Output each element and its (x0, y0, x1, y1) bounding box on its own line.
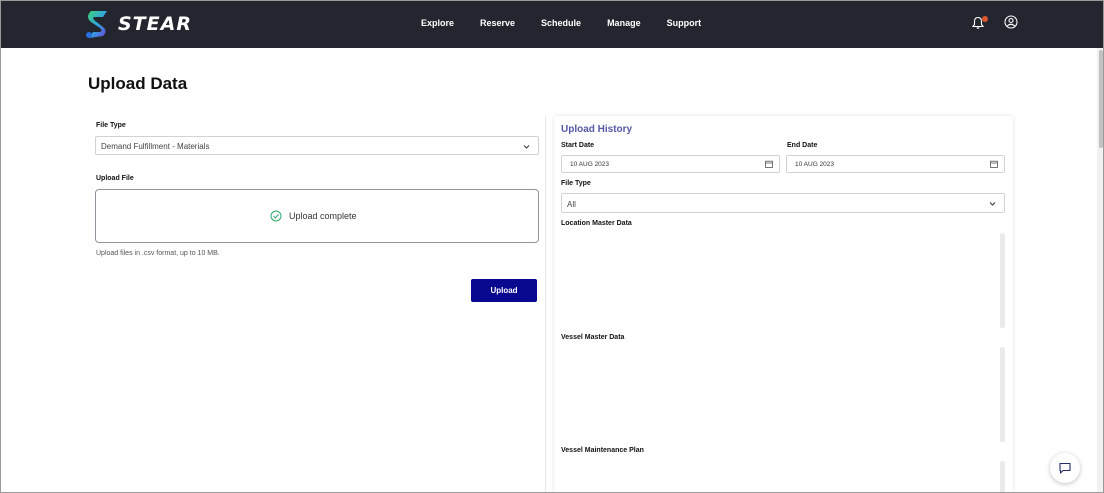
chat-button[interactable] (1050, 453, 1080, 483)
column-divider (545, 116, 546, 492)
maintenance-list-scrollbar[interactable] (1000, 461, 1005, 492)
location-master-data-label: Location Master Data (561, 220, 632, 227)
nav-explore[interactable]: Explore (421, 18, 454, 28)
vessel-list-scrollbar[interactable] (1000, 347, 1005, 442)
history-file-type-value: All (567, 200, 576, 209)
nav-manage[interactable]: Manage (607, 18, 641, 28)
start-date-input[interactable]: 10 AUG 2023 (561, 155, 780, 173)
upload-hint: Upload files in .csv format, up to 10 MB… (96, 250, 220, 257)
end-date-value: 10 AUG 2023 (795, 161, 835, 168)
nav-schedule[interactable]: Schedule (541, 18, 581, 28)
location-list-scrollbar[interactable] (1000, 233, 1005, 328)
vessel-maintenance-plan-label: Vessel Maintenance Plan (561, 447, 644, 454)
upload-button[interactable]: Upload (471, 279, 537, 302)
user-circle-icon[interactable] (1004, 15, 1018, 29)
file-dropzone[interactable]: Upload complete (95, 189, 539, 243)
start-date-label: Start Date (561, 142, 595, 149)
stear-logo-icon (86, 11, 107, 38)
logo-text: STEAR (118, 13, 192, 35)
page-scrollbar-thumb[interactable] (1099, 50, 1103, 148)
upload-history-title: Upload History (561, 124, 633, 135)
history-file-type-label: File Type (561, 180, 591, 187)
upload-status-text: Upload complete (289, 211, 357, 221)
file-type-value: Demand Fulfillment - Materials (101, 142, 210, 151)
calendar-icon[interactable] (765, 160, 773, 168)
chat-icon (1059, 462, 1071, 474)
upload-file-label: Upload File (96, 175, 134, 182)
file-type-label: File Type (96, 122, 126, 129)
notification-dot (982, 16, 988, 22)
end-date-label: End Date (787, 142, 818, 149)
history-file-type-select[interactable]: All (561, 193, 1005, 213)
end-date-input[interactable]: 10 AUG 2023 (786, 155, 1005, 173)
top-navbar: STEAR Explore Reserve Schedule Manage Su… (1, 1, 1103, 48)
file-type-select[interactable]: Demand Fulfillment - Materials (95, 136, 539, 155)
nav-support[interactable]: Support (667, 18, 702, 28)
page-title: Upload Data (88, 74, 188, 93)
upload-status: Upload complete (270, 210, 357, 222)
chevron-down-icon (989, 202, 996, 206)
app-logo[interactable]: STEAR (81, 9, 192, 39)
app-window: STEAR Explore Reserve Schedule Manage Su… (0, 0, 1104, 493)
main-nav: Explore Reserve Schedule Manage Support (421, 18, 727, 28)
vessel-master-data-label: Vessel Master Data (561, 334, 625, 341)
check-circle-icon (270, 210, 282, 222)
nav-reserve[interactable]: Reserve (480, 18, 515, 28)
chevron-down-icon (523, 145, 530, 149)
start-date-value: 10 AUG 2023 (570, 161, 610, 168)
calendar-icon[interactable] (990, 160, 998, 168)
